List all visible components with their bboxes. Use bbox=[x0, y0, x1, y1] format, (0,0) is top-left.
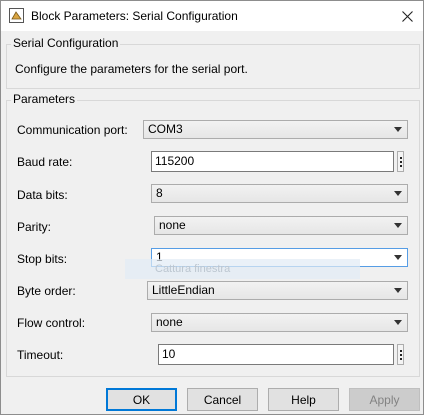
data-bits-label: Data bits: bbox=[17, 188, 68, 202]
chevron-down-icon bbox=[394, 320, 402, 325]
chevron-down-icon bbox=[394, 255, 402, 260]
close-icon bbox=[401, 10, 413, 22]
block-parameters-dialog: Block Parameters: Serial Configuration S… bbox=[0, 0, 424, 415]
timeout-value: 10 bbox=[162, 347, 176, 361]
baud-rate-value: 115200 bbox=[155, 154, 195, 168]
close-button[interactable] bbox=[391, 1, 423, 31]
ok-button[interactable]: OK bbox=[106, 388, 177, 411]
stop-bits-label: Stop bits: bbox=[17, 252, 68, 266]
baud-rate-more-options-button[interactable] bbox=[397, 151, 404, 172]
title-bar[interactable]: Block Parameters: Serial Configuration bbox=[1, 1, 423, 31]
parameters-group: Parameters bbox=[6, 92, 420, 377]
timeout-input[interactable]: 10 bbox=[158, 344, 394, 365]
chevron-down-icon bbox=[394, 288, 402, 293]
byte-order-dropdown[interactable]: LittleEndian bbox=[147, 281, 408, 300]
chevron-down-icon bbox=[394, 127, 402, 132]
flow-control-dropdown[interactable]: none bbox=[151, 313, 408, 332]
byte-order-value: LittleEndian bbox=[152, 283, 215, 297]
flow-control-value: none bbox=[156, 315, 183, 329]
byte-order-label: Byte order: bbox=[17, 284, 76, 298]
cancel-button[interactable]: Cancel bbox=[187, 388, 258, 411]
chevron-down-icon bbox=[394, 191, 402, 196]
help-button[interactable]: Help bbox=[268, 388, 339, 411]
description-group-legend: Serial Configuration bbox=[11, 36, 121, 50]
apply-button[interactable]: Apply bbox=[349, 388, 420, 411]
parity-dropdown[interactable]: none bbox=[154, 216, 408, 235]
data-bits-dropdown[interactable]: 8 bbox=[151, 184, 408, 203]
comm-port-dropdown[interactable]: COM3 bbox=[143, 120, 408, 139]
parity-label: Parity: bbox=[17, 220, 52, 234]
capture-overlay: Cattura finestra bbox=[125, 259, 360, 279]
comm-port-label: Communication port: bbox=[17, 123, 128, 137]
simulink-block-icon bbox=[9, 8, 24, 23]
baud-rate-label: Baud rate: bbox=[17, 155, 73, 169]
timeout-more-options-button[interactable] bbox=[397, 344, 404, 365]
window-title: Block Parameters: Serial Configuration bbox=[31, 9, 238, 23]
timeout-label: Timeout: bbox=[17, 348, 64, 362]
baud-rate-input[interactable]: 115200 bbox=[151, 151, 394, 172]
chevron-down-icon bbox=[394, 223, 402, 228]
comm-port-value: COM3 bbox=[148, 122, 183, 136]
data-bits-value: 8 bbox=[156, 186, 163, 200]
flow-control-label: Flow control: bbox=[17, 316, 86, 330]
block-description: Configure the parameters for the serial … bbox=[15, 62, 248, 76]
parity-value: none bbox=[159, 218, 186, 232]
description-group: Serial Configuration Configure the param… bbox=[6, 36, 420, 89]
parameters-group-legend: Parameters bbox=[11, 92, 78, 106]
